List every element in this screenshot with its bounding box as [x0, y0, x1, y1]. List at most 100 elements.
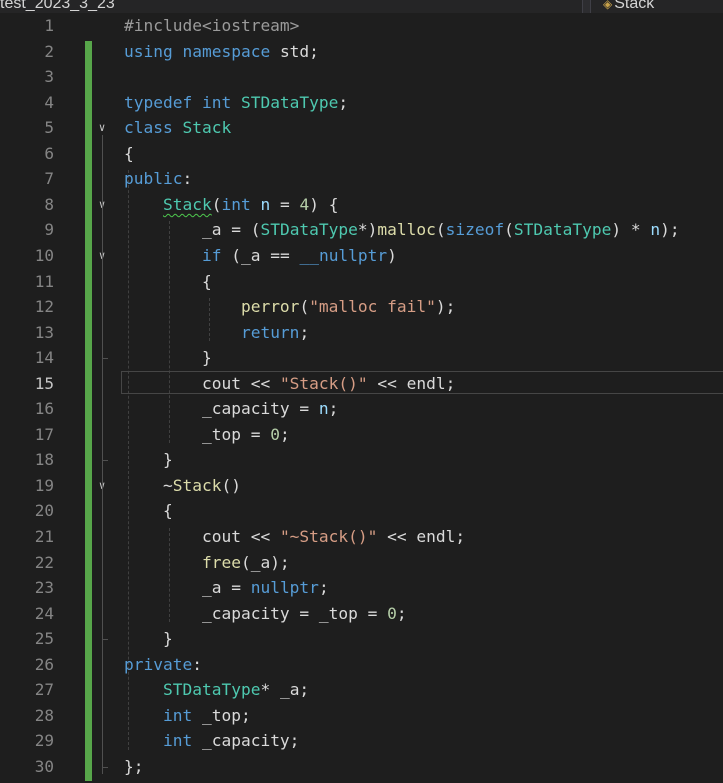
- code-line[interactable]: STDataType* _a;: [124, 677, 309, 703]
- code-line[interactable]: cout << "Stack()" << endl;: [124, 371, 455, 397]
- code-line[interactable]: cout << "~Stack()" << endl;: [124, 524, 465, 550]
- fold-chevron-icon[interactable]: ∨: [94, 120, 110, 136]
- line-number: 16: [34, 399, 54, 419]
- code-token: "Stack()": [279, 373, 368, 393]
- code-token: Stack: [182, 118, 232, 138]
- code-token: int: [221, 194, 261, 214]
- code-token: (: [211, 194, 222, 214]
- code-line[interactable]: using namespace std;: [124, 39, 319, 65]
- file-tab[interactable]: test_2023_3_23: [0, 0, 583, 13]
- code-token: return: [240, 322, 300, 342]
- code-token: _capacity =: [124, 399, 319, 419]
- line-number: 3: [44, 67, 54, 87]
- code-token: _capacity;: [201, 731, 300, 751]
- line-number: 8: [44, 194, 54, 214]
- code-line[interactable]: {: [124, 498, 173, 524]
- code-token: };: [124, 756, 144, 776]
- fold-region-end: [102, 358, 108, 360]
- code-token: Stack: [162, 194, 212, 214]
- code-token: int: [162, 705, 202, 725]
- code-line[interactable]: Stack(int n = 4) {: [124, 192, 338, 218]
- code-line[interactable]: _a = (STDataType*)malloc(sizeof(STDataTy…: [124, 217, 680, 243]
- code-line[interactable]: public:: [124, 166, 192, 192]
- code-token: _a: [124, 220, 222, 240]
- code-line[interactable]: int _top;: [124, 703, 251, 729]
- member-navigation-dropdown[interactable]: ◈ Stack: [590, 0, 723, 13]
- code-token: n: [260, 194, 271, 214]
- code-token: ;: [396, 603, 407, 623]
- code-line[interactable]: ~Stack(): [124, 473, 241, 499]
- fold-region-end: [102, 460, 108, 462]
- line-number: 21: [34, 527, 54, 546]
- code-token: int: [162, 731, 202, 751]
- line-number: 9: [44, 220, 54, 240]
- document-tab-bar: test_2023_3_23 ◈ Stack: [0, 0, 723, 13]
- line-number: 1: [44, 16, 54, 35]
- code-token: "~Stack()": [279, 527, 378, 546]
- code-token: malloc: [377, 220, 436, 240]
- line-number: 22: [34, 552, 54, 572]
- code-token: 0: [387, 603, 397, 623]
- code-token: #include<iostream>: [124, 16, 300, 35]
- code-line[interactable]: #include<iostream>: [124, 13, 299, 39]
- code-token: ;: [279, 424, 290, 444]
- code-token: ;: [299, 322, 310, 342]
- code-line[interactable]: _capacity = _top = 0;: [124, 601, 407, 627]
- code-line[interactable]: {: [124, 269, 212, 295]
- code-line[interactable]: }: [124, 447, 173, 473]
- code-token: {: [124, 501, 173, 521]
- code-token: 4: [299, 194, 310, 214]
- line-number: 17: [34, 424, 54, 444]
- code-token: :: [182, 169, 193, 189]
- code-token: 0: [270, 424, 280, 444]
- code-token: free: [201, 552, 241, 572]
- line-number: 11: [34, 271, 54, 291]
- code-token: *): [357, 220, 378, 240]
- code-line[interactable]: free(_a);: [124, 550, 290, 576]
- change-indicator-bar: [85, 41, 92, 781]
- code-token: n: [318, 399, 329, 419]
- line-number: 10: [34, 245, 54, 265]
- code-line[interactable]: perror("malloc fail");: [124, 294, 455, 320]
- line-number: 2: [44, 41, 54, 61]
- code-line[interactable]: }: [124, 345, 212, 371]
- code-line[interactable]: }: [124, 626, 173, 652]
- code-token: perror: [240, 297, 300, 317]
- code-line[interactable]: return;: [124, 320, 309, 346]
- code-editor[interactable]: 1 2 3 4 5 6 7 8 9 10 11 12 13 14 15 16 17 18 19 20 21 22 23 24 2…: [0, 13, 723, 783]
- code-token: using namespace: [124, 41, 280, 61]
- line-number: 19: [34, 475, 54, 495]
- code-token: {: [124, 271, 212, 291]
- code-token: }: [124, 629, 173, 649]
- fold-region-line: [102, 262, 103, 366]
- code-line[interactable]: if (_a == __nullptr): [124, 243, 397, 269]
- code-line[interactable]: {: [124, 141, 134, 167]
- code-token: << endl;: [367, 373, 456, 393]
- code-token: STDataType: [260, 220, 358, 240]
- fold-region-end: [102, 766, 108, 768]
- code-line[interactable]: int _capacity;: [124, 728, 299, 754]
- code-token: (_a ==: [231, 245, 300, 265]
- code-line[interactable]: _capacity = n;: [124, 396, 338, 422]
- code-token: STDataType: [240, 92, 339, 112]
- code-line[interactable]: private:: [124, 652, 202, 678]
- code-line[interactable]: class Stack: [124, 115, 231, 141]
- code-line[interactable]: typedef int STDataType;: [124, 90, 348, 116]
- line-number: 12: [34, 297, 54, 317]
- member-label: Stack: [614, 0, 655, 12]
- code-line[interactable]: _a = nullptr;: [124, 575, 329, 601]
- code-token: n: [650, 220, 661, 240]
- code-token: Stack: [172, 475, 222, 495]
- code-token: ;: [318, 578, 329, 598]
- code-line[interactable]: };: [124, 754, 144, 780]
- line-number: 18: [34, 450, 54, 470]
- code-token: (: [299, 297, 310, 317]
- code-token: (): [221, 475, 241, 495]
- code-line[interactable]: _top = 0;: [124, 422, 290, 448]
